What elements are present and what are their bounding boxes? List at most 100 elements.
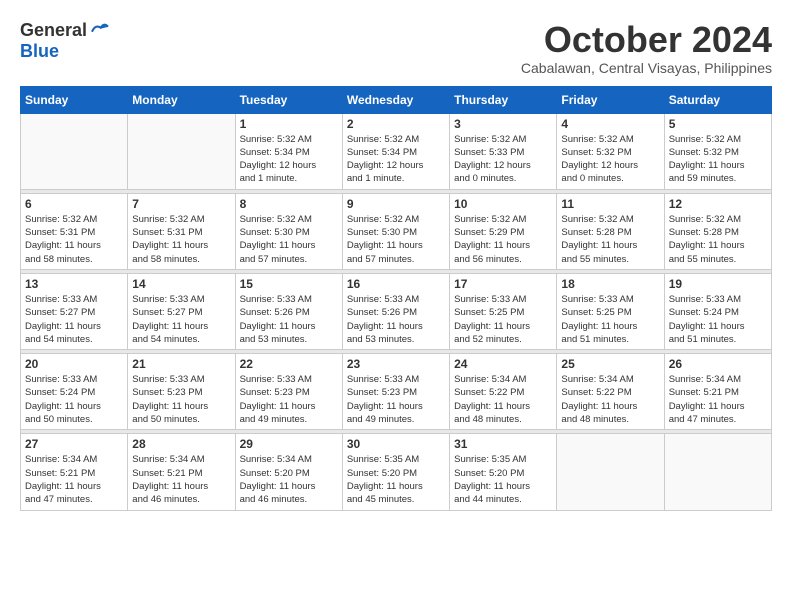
- day-info: Sunrise: 5:34 AMSunset: 5:20 PMDaylight:…: [240, 453, 338, 506]
- header-monday: Monday: [128, 86, 235, 113]
- calendar-cell: 23Sunrise: 5:33 AMSunset: 5:23 PMDayligh…: [342, 354, 449, 430]
- calendar-cell: 17Sunrise: 5:33 AMSunset: 5:25 PMDayligh…: [450, 273, 557, 349]
- day-number: 8: [240, 197, 338, 211]
- day-info: Sunrise: 5:32 AMSunset: 5:32 PMDaylight:…: [561, 133, 659, 186]
- week-row-1: 1 Sunrise: 5:32 AMSunset: 5:34 PMDaylight…: [21, 113, 772, 189]
- day-number: 7: [132, 197, 230, 211]
- calendar-cell: 12Sunrise: 5:32 AMSunset: 5:28 PMDayligh…: [664, 193, 771, 269]
- calendar-cell: 29 Sunrise: 5:34 AMSunset: 5:20 PMDayligh…: [235, 434, 342, 510]
- day-info: Sunrise: 5:34 AMSunset: 5:22 PMDaylight:…: [561, 373, 659, 426]
- calendar-cell: 21 Sunrise: 5:33 AMSunset: 5:23 PMDayligh…: [128, 354, 235, 430]
- header-saturday: Saturday: [664, 86, 771, 113]
- calendar-cell: 10 Sunrise: 5:32 AMSunset: 5:29 PMDayligh…: [450, 193, 557, 269]
- calendar-header-row: Sunday Monday Tuesday Wednesday Thursday…: [21, 86, 772, 113]
- day-number: 31: [454, 437, 552, 451]
- day-number: 19: [669, 277, 767, 291]
- header-thursday: Thursday: [450, 86, 557, 113]
- calendar-cell: 2Sunrise: 5:32 AMSunset: 5:34 PMDaylight…: [342, 113, 449, 189]
- calendar-cell: 9Sunrise: 5:32 AMSunset: 5:30 PMDaylight…: [342, 193, 449, 269]
- calendar-table: Sunday Monday Tuesday Wednesday Thursday…: [20, 86, 772, 511]
- day-info: Sunrise: 5:33 AMSunset: 5:27 PMDaylight:…: [25, 293, 123, 346]
- day-number: 24: [454, 357, 552, 371]
- week-row-5: 27 Sunrise: 5:34 AMSunset: 5:21 PMDayligh…: [21, 434, 772, 510]
- calendar-cell: 1 Sunrise: 5:32 AMSunset: 5:34 PMDaylight…: [235, 113, 342, 189]
- calendar-cell: 26Sunrise: 5:34 AMSunset: 5:21 PMDayligh…: [664, 354, 771, 430]
- calendar-cell: [664, 434, 771, 510]
- day-number: 27: [25, 437, 123, 451]
- logo-blue-text: Blue: [20, 41, 59, 62]
- day-number: 12: [669, 197, 767, 211]
- day-number: 3: [454, 117, 552, 131]
- day-info: Sunrise: 5:33 AMSunset: 5:26 PMDaylight:…: [240, 293, 338, 346]
- calendar-cell: 6 Sunrise: 5:32 AMSunset: 5:31 PMDaylight…: [21, 193, 128, 269]
- day-number: 26: [669, 357, 767, 371]
- calendar-cell: 19 Sunrise: 5:33 AMSunset: 5:24 PMDayligh…: [664, 273, 771, 349]
- page-header: General Blue October 2024 Cabalawan, Cen…: [20, 20, 772, 76]
- calendar-cell: 27 Sunrise: 5:34 AMSunset: 5:21 PMDayligh…: [21, 434, 128, 510]
- day-number: 23: [347, 357, 445, 371]
- day-number: 29: [240, 437, 338, 451]
- day-info: Sunrise: 5:32 AMSunset: 5:34 PMDaylight:…: [240, 133, 338, 186]
- day-info: Sunrise: 5:35 AMSunset: 5:20 PMDaylight:…: [454, 453, 552, 506]
- day-info: Sunrise: 5:34 AMSunset: 5:21 PMDaylight:…: [25, 453, 123, 506]
- day-info: Sunrise: 5:33 AMSunset: 5:25 PMDaylight:…: [561, 293, 659, 346]
- header-friday: Friday: [557, 86, 664, 113]
- day-info: Sunrise: 5:32 AMSunset: 5:30 PMDaylight:…: [240, 213, 338, 266]
- logo: General Blue: [20, 20, 109, 62]
- day-info: Sunrise: 5:33 AMSunset: 5:23 PMDaylight:…: [132, 373, 230, 426]
- calendar-cell: 14 Sunrise: 5:33 AMSunset: 5:27 PMDayligh…: [128, 273, 235, 349]
- day-info: Sunrise: 5:32 AMSunset: 5:33 PMDaylight:…: [454, 133, 552, 186]
- day-number: 20: [25, 357, 123, 371]
- calendar-cell: 4 Sunrise: 5:32 AMSunset: 5:32 PMDaylight…: [557, 113, 664, 189]
- day-info: Sunrise: 5:32 AMSunset: 5:29 PMDaylight:…: [454, 213, 552, 266]
- day-info: Sunrise: 5:33 AMSunset: 5:24 PMDaylight:…: [25, 373, 123, 426]
- day-number: 30: [347, 437, 445, 451]
- day-info: Sunrise: 5:33 AMSunset: 5:23 PMDaylight:…: [240, 373, 338, 426]
- calendar-cell: 11Sunrise: 5:32 AMSunset: 5:28 PMDayligh…: [557, 193, 664, 269]
- day-number: 4: [561, 117, 659, 131]
- day-number: 10: [454, 197, 552, 211]
- calendar-cell: 15 Sunrise: 5:33 AMSunset: 5:26 PMDayligh…: [235, 273, 342, 349]
- location: Cabalawan, Central Visayas, Philippines: [521, 60, 772, 76]
- day-number: 6: [25, 197, 123, 211]
- day-number: 15: [240, 277, 338, 291]
- day-number: 11: [561, 197, 659, 211]
- month-title: October 2024: [521, 20, 772, 60]
- day-number: 18: [561, 277, 659, 291]
- calendar-cell: 5 Sunrise: 5:32 AMSunset: 5:32 PMDaylight…: [664, 113, 771, 189]
- day-info: Sunrise: 5:33 AMSunset: 5:27 PMDaylight:…: [132, 293, 230, 346]
- header-sunday: Sunday: [21, 86, 128, 113]
- day-info: Sunrise: 5:32 AMSunset: 5:31 PMDaylight:…: [132, 213, 230, 266]
- calendar-cell: 18 Sunrise: 5:33 AMSunset: 5:25 PMDayligh…: [557, 273, 664, 349]
- calendar-cell: 16Sunrise: 5:33 AMSunset: 5:26 PMDayligh…: [342, 273, 449, 349]
- day-info: Sunrise: 5:32 AMSunset: 5:31 PMDaylight:…: [25, 213, 123, 266]
- calendar-cell: 30 Sunrise: 5:35 AMSunset: 5:20 PMDayligh…: [342, 434, 449, 510]
- day-info: Sunrise: 5:32 AMSunset: 5:32 PMDaylight:…: [669, 133, 767, 186]
- day-info: Sunrise: 5:35 AMSunset: 5:20 PMDaylight:…: [347, 453, 445, 506]
- day-number: 1: [240, 117, 338, 131]
- calendar-cell: 31 Sunrise: 5:35 AMSunset: 5:20 PMDayligh…: [450, 434, 557, 510]
- day-info: Sunrise: 5:34 AMSunset: 5:22 PMDaylight:…: [454, 373, 552, 426]
- day-number: 22: [240, 357, 338, 371]
- day-number: 14: [132, 277, 230, 291]
- day-number: 17: [454, 277, 552, 291]
- calendar-cell: 22 Sunrise: 5:33 AMSunset: 5:23 PMDayligh…: [235, 354, 342, 430]
- calendar-cell: [557, 434, 664, 510]
- day-info: Sunrise: 5:34 AMSunset: 5:21 PMDaylight:…: [132, 453, 230, 506]
- title-section: October 2024 Cabalawan, Central Visayas,…: [521, 20, 772, 76]
- calendar-cell: 24 Sunrise: 5:34 AMSunset: 5:22 PMDayligh…: [450, 354, 557, 430]
- day-info: Sunrise: 5:33 AMSunset: 5:26 PMDaylight:…: [347, 293, 445, 346]
- day-number: 2: [347, 117, 445, 131]
- calendar-cell: 3 Sunrise: 5:32 AMSunset: 5:33 PMDaylight…: [450, 113, 557, 189]
- day-number: 21: [132, 357, 230, 371]
- week-row-3: 13 Sunrise: 5:33 AMSunset: 5:27 PMDayligh…: [21, 273, 772, 349]
- logo-icon: [89, 21, 109, 41]
- calendar-cell: 20 Sunrise: 5:33 AMSunset: 5:24 PMDayligh…: [21, 354, 128, 430]
- day-number: 28: [132, 437, 230, 451]
- day-number: 13: [25, 277, 123, 291]
- day-number: 5: [669, 117, 767, 131]
- day-info: Sunrise: 5:32 AMSunset: 5:30 PMDaylight:…: [347, 213, 445, 266]
- calendar-cell: 13 Sunrise: 5:33 AMSunset: 5:27 PMDayligh…: [21, 273, 128, 349]
- header-tuesday: Tuesday: [235, 86, 342, 113]
- day-info: Sunrise: 5:33 AMSunset: 5:24 PMDaylight:…: [669, 293, 767, 346]
